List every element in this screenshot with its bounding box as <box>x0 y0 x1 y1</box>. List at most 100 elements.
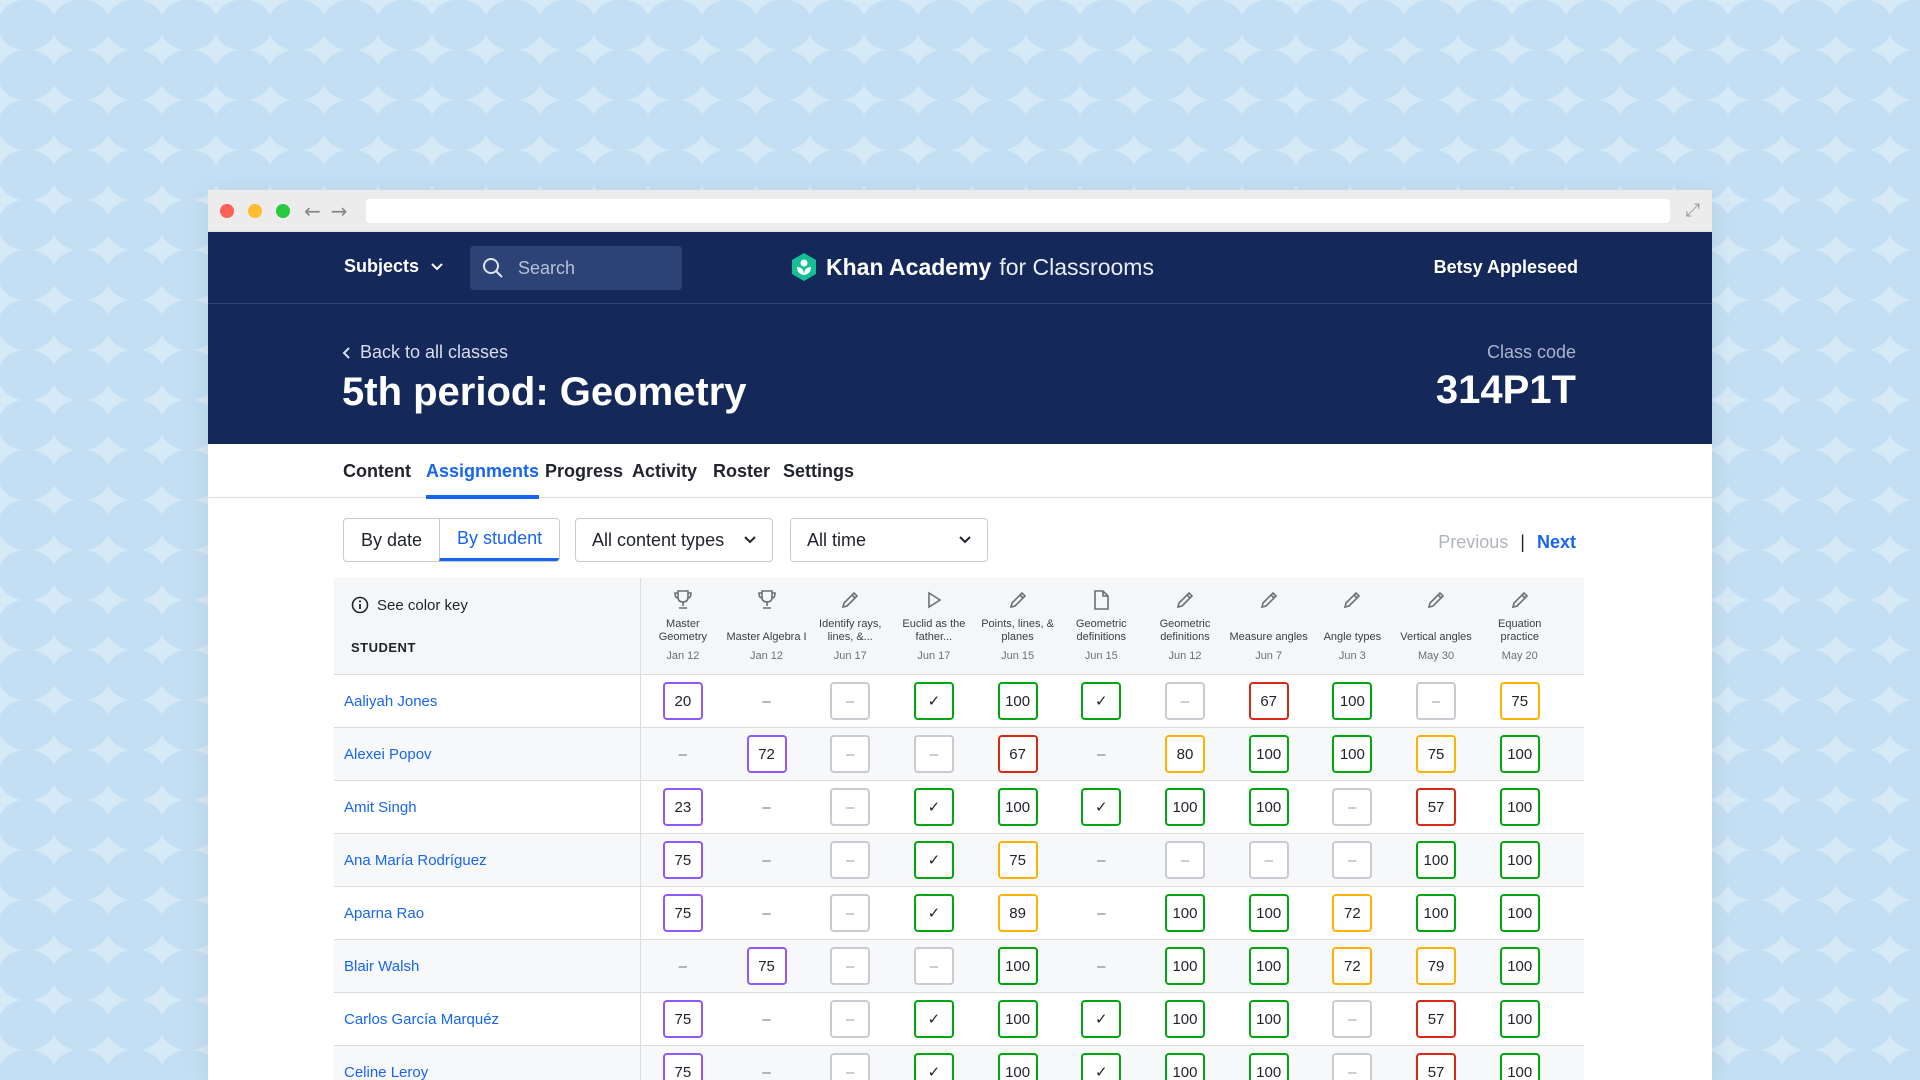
assignment-column-header[interactable]: Euclid as the father... Jun 17 <box>892 578 976 674</box>
back-arrow-icon[interactable]: ← <box>304 199 321 223</box>
student-name-link[interactable]: Amit Singh <box>334 781 641 833</box>
score-chip[interactable]: – <box>1332 1053 1373 1080</box>
score-chip[interactable]: 100 <box>1164 894 1205 932</box>
score-chip[interactable]: 75 <box>662 1000 703 1038</box>
score-chip[interactable]: 100 <box>1164 788 1205 826</box>
score-chip[interactable]: – <box>1164 841 1205 879</box>
assignment-column-header[interactable]: Master Algebra I Jan 12 <box>725 578 809 674</box>
score-chip[interactable]: 72 <box>1332 947 1373 985</box>
student-name-link[interactable]: Aparna Rao <box>334 887 641 939</box>
close-window-button[interactable] <box>220 203 234 218</box>
forward-arrow-icon[interactable]: → <box>331 199 348 223</box>
score-chip[interactable]: 100 <box>997 947 1038 985</box>
score-chip[interactable]: 100 <box>1164 1000 1205 1038</box>
previous-button[interactable]: Previous <box>1438 532 1508 553</box>
score-chip[interactable]: 100 <box>1416 841 1457 879</box>
score-chip[interactable]: 100 <box>1248 894 1289 932</box>
score-chip[interactable]: 75 <box>1499 682 1540 720</box>
score-chip[interactable]: 100 <box>997 1000 1038 1038</box>
expand-icon[interactable]: ⤢ <box>1686 200 1700 221</box>
score-chip[interactable]: 75 <box>662 841 703 879</box>
by-student-button[interactable]: By student <box>439 519 560 561</box>
student-name-link[interactable]: Blair Walsh <box>334 940 641 992</box>
score-chip[interactable]: 100 <box>1248 1053 1289 1080</box>
score-chip[interactable]: – <box>830 735 871 773</box>
score-chip[interactable]: 20 <box>662 682 703 720</box>
score-chip[interactable]: 57 <box>1416 788 1457 826</box>
score-chip[interactable]: 100 <box>1499 894 1540 932</box>
score-chip[interactable]: 100 <box>1248 1000 1289 1038</box>
score-chip[interactable]: 89 <box>997 894 1038 932</box>
score-chip[interactable]: 100 <box>1332 682 1373 720</box>
score-chip[interactable]: 100 <box>1416 894 1457 932</box>
score-chip[interactable]: ✓ <box>913 1053 954 1080</box>
score-chip[interactable]: 75 <box>662 894 703 932</box>
score-chip[interactable]: 75 <box>746 947 787 985</box>
score-chip[interactable]: 72 <box>1332 894 1373 932</box>
back-to-classes-link[interactable]: Back to all classes <box>342 342 508 363</box>
score-chip[interactable]: – <box>830 1000 871 1038</box>
score-chip[interactable]: 80 <box>1164 735 1205 773</box>
address-bar[interactable] <box>365 198 1670 223</box>
score-chip[interactable]: 100 <box>997 682 1038 720</box>
score-chip[interactable]: 100 <box>1499 1000 1540 1038</box>
assignment-column-header[interactable]: Measure angles Jun 7 <box>1227 578 1311 674</box>
search-box[interactable]: Search <box>470 246 682 290</box>
score-chip[interactable]: 100 <box>997 1053 1038 1080</box>
score-chip[interactable]: 75 <box>662 1053 703 1080</box>
score-chip[interactable]: – <box>1164 682 1205 720</box>
tab-activity[interactable]: Activity <box>632 461 697 482</box>
score-chip[interactable]: – <box>1416 682 1457 720</box>
score-chip[interactable]: 57 <box>1416 1000 1457 1038</box>
assignment-column-header[interactable]: Geometric definitions Jun 12 <box>1143 578 1227 674</box>
tab-roster[interactable]: Roster <box>713 461 770 482</box>
score-chip[interactable]: 79 <box>1416 947 1457 985</box>
user-menu[interactable]: Betsy Appleseed <box>1434 257 1578 278</box>
score-chip[interactable]: 57 <box>1416 1053 1457 1080</box>
score-chip[interactable]: 100 <box>997 788 1038 826</box>
score-chip[interactable]: 100 <box>1248 788 1289 826</box>
score-chip[interactable]: – <box>1332 788 1373 826</box>
zoom-window-button[interactable] <box>276 203 290 218</box>
score-chip[interactable]: 100 <box>1499 947 1540 985</box>
score-chip[interactable]: ✓ <box>913 1000 954 1038</box>
tab-settings[interactable]: Settings <box>783 461 854 482</box>
score-chip[interactable]: ✓ <box>913 682 954 720</box>
score-chip[interactable]: ✓ <box>913 894 954 932</box>
assignment-column-header[interactable]: Identify rays, lines, &... Jun 17 <box>808 578 892 674</box>
score-chip[interactable]: – <box>1332 1000 1373 1038</box>
student-name-link[interactable]: Alexei Popov <box>334 728 641 780</box>
score-chip[interactable]: – <box>830 682 871 720</box>
score-chip[interactable]: ✓ <box>1081 1000 1122 1038</box>
student-name-link[interactable]: Carlos García Marquéz <box>334 993 641 1045</box>
assignment-column-header[interactable]: Vertical angles May 30 <box>1394 578 1478 674</box>
tab-assignments[interactable]: Assignments <box>426 461 540 499</box>
score-chip[interactable]: 75 <box>997 841 1038 879</box>
score-chip[interactable]: – <box>913 947 954 985</box>
assignment-column-header[interactable]: Angle types Jun 3 <box>1311 578 1395 674</box>
tab-content[interactable]: Content <box>343 461 411 482</box>
score-chip[interactable]: – <box>830 947 871 985</box>
score-chip[interactable]: – <box>830 841 871 879</box>
score-chip[interactable]: ✓ <box>913 788 954 826</box>
score-chip[interactable]: 100 <box>1248 735 1289 773</box>
student-name-link[interactable]: Aaliyah Jones <box>334 675 641 727</box>
score-chip[interactable]: – <box>830 894 871 932</box>
assignment-column-header[interactable]: Equation practice May 20 <box>1478 578 1562 674</box>
score-chip[interactable]: – <box>1248 841 1289 879</box>
assignment-column-header[interactable]: Master Geometry Jan 12 <box>641 578 725 674</box>
by-date-button[interactable]: By date <box>344 519 439 561</box>
score-chip[interactable]: ✓ <box>913 841 954 879</box>
score-chip[interactable]: 100 <box>1499 841 1540 879</box>
score-chip[interactable]: – <box>830 788 871 826</box>
score-chip[interactable]: ✓ <box>1081 1053 1122 1080</box>
score-chip[interactable]: 100 <box>1499 1053 1540 1080</box>
content-type-dropdown[interactable]: All content types <box>575 518 773 562</box>
student-name-link[interactable]: Celine Leroy <box>334 1046 641 1080</box>
score-chip[interactable]: 100 <box>1164 947 1205 985</box>
score-chip[interactable]: 75 <box>1416 735 1457 773</box>
score-chip[interactable]: 100 <box>1248 947 1289 985</box>
score-chip[interactable]: 100 <box>1164 1053 1205 1080</box>
tab-progress[interactable]: Progress <box>545 461 623 482</box>
score-chip[interactable]: 100 <box>1499 788 1540 826</box>
